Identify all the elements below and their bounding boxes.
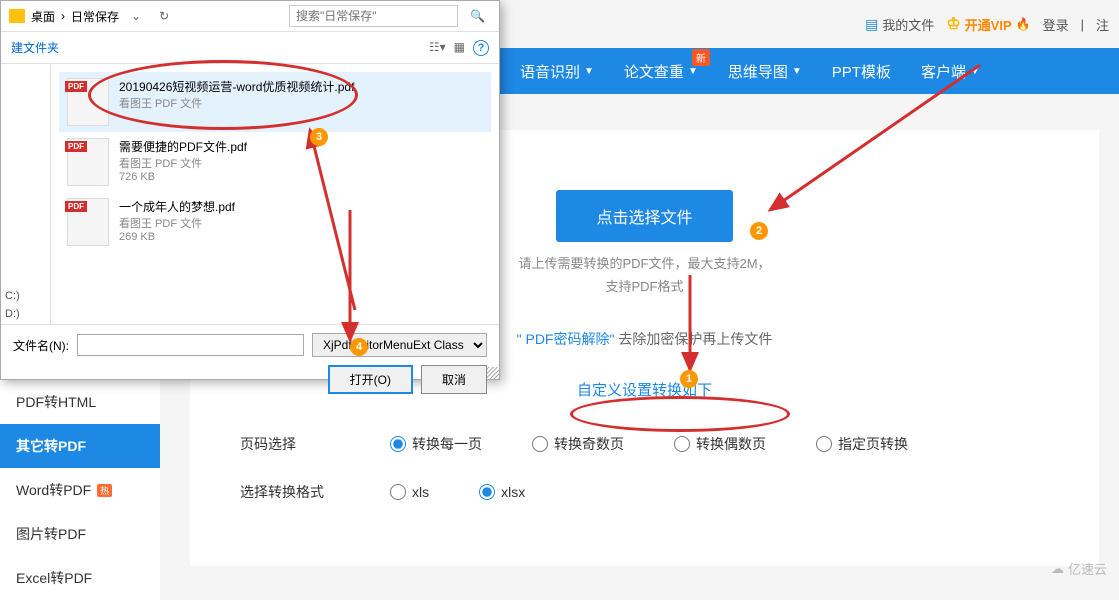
cancel-button[interactable]: 取消 <box>421 365 487 394</box>
open-button[interactable]: 打开(O) <box>328 365 413 394</box>
nav-paper-check[interactable]: 论文查重▼新 <box>624 61 698 82</box>
format-xlsx[interactable]: xlsx <box>479 484 525 500</box>
refresh-icon[interactable]: ↻ <box>153 7 175 25</box>
pdf-icon: PDF <box>67 138 109 186</box>
format-label: 选择转换格式 <box>240 482 340 502</box>
page-opt-custom[interactable]: 指定页转换 <box>816 434 908 454</box>
format-row: 选择转换格式 xls xlsx <box>240 468 1049 516</box>
nav-voice[interactable]: 语音识别▼ <box>520 61 594 82</box>
pdf-icon: PDF <box>67 198 109 246</box>
my-files-link[interactable]: ▤我的文件 <box>865 15 934 34</box>
nav-ppt[interactable]: PPT模板 <box>832 61 891 82</box>
crown-icon: ♔ <box>946 14 960 34</box>
pdf-icon: PDF <box>67 78 109 126</box>
pdf-password-link[interactable]: " PDF密码解除" <box>517 331 615 347</box>
new-badge: 新 <box>692 49 710 66</box>
folder-icon <box>9 9 25 23</box>
new-folder-link[interactable]: 建文件夹 <box>11 39 59 56</box>
file-type-filter[interactable]: XjPdfEditorMenuExt Class <box>312 333 487 357</box>
watermark: ☁亿速云 <box>1051 559 1107 578</box>
file-item-2[interactable]: PDF 一个成年人的梦想.pdf 看图王 PDF 文件 269 KB <box>59 192 491 252</box>
annotation-4: 4 <box>350 338 368 356</box>
drive-c[interactable]: C:) <box>5 290 46 302</box>
navbar: 语音识别▼ 论文查重▼新 思维导图▼ PPT模板 客户端▼ <box>500 48 1119 94</box>
page-opt-even[interactable]: 转换偶数页 <box>674 434 766 454</box>
view-list-icon[interactable]: ☷▾ <box>429 40 446 56</box>
format-xls[interactable]: xls <box>390 484 429 500</box>
vip-link[interactable]: ♔开通VIP🔥 <box>946 14 1030 34</box>
chevron-down-icon: ▼ <box>970 66 980 77</box>
crumb-folder[interactable]: 日常保存 <box>71 8 119 25</box>
file-item-0[interactable]: PDF 20190426短视频运营-word优质视频统计.pdf 看图王 PDF… <box>59 72 491 132</box>
help-icon[interactable]: ? <box>473 40 489 56</box>
cloud-icon: ☁ <box>1051 561 1064 577</box>
sidebar: PDF转HTML 其它转PDF Word转PDF热 图片转PDF Excel转P… <box>0 380 160 600</box>
sidebar-img2pdf[interactable]: 图片转PDF <box>0 512 160 556</box>
breadcrumb-bar: 桌面 › 日常保存 ⌄ ↻ 🔍 <box>1 1 499 32</box>
chevron-down-icon: ▼ <box>792 66 802 77</box>
divider: | <box>1081 17 1084 32</box>
register-link[interactable]: 注 <box>1096 15 1109 34</box>
sidebar-other2pdf[interactable]: 其它转PDF <box>0 424 160 468</box>
file-open-dialog: 桌面 › 日常保存 ⌄ ↻ 🔍 建文件夹 ☷▾ ▦ ? C:) D:) PDF … <box>0 0 500 380</box>
upload-button[interactable]: 点击选择文件 <box>556 190 732 242</box>
hot-badge: 热 <box>97 484 112 497</box>
sidebar-word2pdf[interactable]: Word转PDF热 <box>0 468 160 512</box>
annotation-1: 1 <box>680 370 698 388</box>
page-opt-every[interactable]: 转换每一页 <box>390 434 482 454</box>
dialog-search-input[interactable] <box>289 5 458 27</box>
sidebar-excel2pdf[interactable]: Excel转PDF <box>0 556 160 600</box>
search-icon[interactable]: 🔍 <box>464 7 491 25</box>
annotation-3: 3 <box>310 128 328 146</box>
drive-d[interactable]: D:) <box>5 308 46 320</box>
crumb-dropdown[interactable]: ⌄ <box>125 7 147 25</box>
filename-label: 文件名(N): <box>13 337 69 354</box>
flame-icon: 🔥 <box>1016 17 1031 31</box>
view-details-icon[interactable]: ▦ <box>454 40 465 56</box>
file-list: PDF 20190426短视频运营-word优质视频统计.pdf 看图王 PDF… <box>51 64 499 324</box>
options: 页码选择 转换每一页 转换奇数页 转换偶数页 指定页转换 选择转换格式 xls … <box>220 420 1069 516</box>
chevron-down-icon: ▼ <box>688 66 698 77</box>
crumb-desktop[interactable]: 桌面 <box>31 8 55 25</box>
dialog-footer: 文件名(N): XjPdfEditorMenuExt Class 打开(O) 取… <box>1 324 499 402</box>
chevron-down-icon: ▼ <box>584 66 594 77</box>
page-select-label: 页码选择 <box>240 434 340 454</box>
login-link[interactable]: 登录 <box>1043 15 1069 34</box>
resize-handle[interactable] <box>487 367 499 379</box>
page-opt-odd[interactable]: 转换奇数页 <box>532 434 624 454</box>
top-header: ▤我的文件 ♔开通VIP🔥 登录 | 注 <box>865 0 1119 48</box>
filename-input[interactable] <box>77 334 304 356</box>
document-icon: ▤ <box>865 16 878 33</box>
annotation-2: 2 <box>750 222 768 240</box>
page-select-row: 页码选择 转换每一页 转换奇数页 转换偶数页 指定页转换 <box>240 420 1049 468</box>
crumb-sep: › <box>61 9 65 23</box>
drive-list: C:) D:) <box>1 64 51 324</box>
file-item-1[interactable]: PDF 需要便捷的PDF文件.pdf 看图王 PDF 文件 726 KB <box>59 132 491 192</box>
nav-mindmap[interactable]: 思维导图▼ <box>728 61 802 82</box>
nav-client[interactable]: 客户端▼ <box>921 61 980 82</box>
dialog-toolbar: 建文件夹 ☷▾ ▦ ? <box>1 32 499 64</box>
